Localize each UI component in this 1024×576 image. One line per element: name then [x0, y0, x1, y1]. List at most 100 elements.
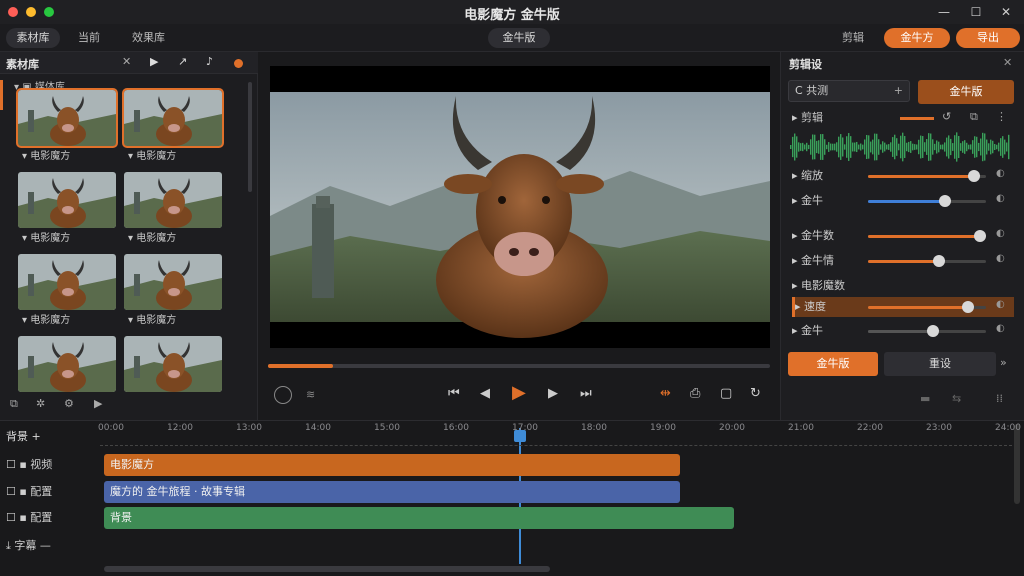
- audio-waveform: [790, 132, 1010, 162]
- timeline-tick-label: 22:00: [857, 423, 883, 433]
- edit-mode-label[interactable]: 剪辑: [842, 28, 864, 48]
- close-icon[interactable]: ✕: [998, 4, 1014, 20]
- expand-icon[interactable]: »: [1000, 356, 1007, 369]
- media-thumbnail[interactable]: [18, 336, 116, 392]
- slider-knob[interactable]: [932, 255, 945, 267]
- maximize-icon[interactable]: ☐: [968, 4, 984, 20]
- property-slider[interactable]: [868, 301, 986, 313]
- copy-icon[interactable]: ⧉: [970, 110, 978, 124]
- media-library-title: 素材库: [6, 58, 39, 71]
- inspector-badge-button[interactable]: 金牛版: [918, 80, 1014, 104]
- keyframe-icon[interactable]: ◐: [996, 299, 1005, 310]
- property-slider[interactable]: [868, 230, 987, 242]
- preview-frame: [270, 92, 770, 338]
- slider-knob[interactable]: [938, 195, 951, 207]
- timeline-scrollbar[interactable]: [104, 566, 550, 572]
- export-button[interactable]: 导出: [956, 28, 1020, 48]
- more-icon[interactable]: ⋮: [996, 110, 1007, 123]
- arrow-icon[interactable]: ↗: [178, 55, 187, 68]
- keyframe-icon[interactable]: ◐: [996, 193, 1005, 204]
- timeline-tick-label: 13:00: [236, 423, 262, 433]
- loop-icon[interactable]: ↻: [750, 386, 761, 401]
- media-thumbnail[interactable]: [16, 88, 118, 148]
- timeline-vscrollbar[interactable]: [1014, 424, 1020, 504]
- skip-start-icon[interactable]: ⏮: [448, 386, 460, 401]
- prev-frame-icon[interactable]: ◀: [480, 386, 490, 401]
- track-label[interactable]: ☐ ▪ 配置: [6, 507, 98, 529]
- keyframe-icon[interactable]: ◐: [996, 228, 1005, 239]
- keyframe-icon[interactable]: ◐: [996, 253, 1005, 264]
- skip-end-icon[interactable]: ⏭: [580, 386, 592, 401]
- property-label: ▸ 金牛: [792, 194, 824, 207]
- active-indicator: [0, 80, 3, 110]
- media-thumbnail-label: ▾ 电影魔方: [128, 315, 177, 326]
- play-icon[interactable]: ▶: [150, 55, 158, 68]
- media-thumbnail[interactable]: [18, 172, 116, 228]
- play-small-icon[interactable]: ▶: [94, 397, 102, 410]
- timeline-tick-label: 20:00: [719, 423, 745, 433]
- timeline-ruler-line: [100, 440, 1012, 446]
- media-thumbnail-label: ▾ 电影魔方: [22, 315, 71, 326]
- play-button[interactable]: ▶: [512, 382, 526, 403]
- slider-knob[interactable]: [926, 325, 939, 337]
- media-thumbnail[interactable]: [124, 172, 222, 228]
- sparkle-icon[interactable]: ✲: [36, 397, 45, 410]
- timeline-clip[interactable]: 电影魔方: [104, 454, 680, 476]
- tab-current[interactable]: 当前: [78, 28, 100, 48]
- refresh-icon[interactable]: ↺: [942, 110, 951, 123]
- media-thumbnail[interactable]: [124, 336, 222, 392]
- timeline-tick-label: 12:00: [167, 423, 193, 433]
- close-panel-icon[interactable]: ✕: [122, 55, 131, 68]
- clock-icon[interactable]: [274, 386, 292, 404]
- timeline-tick-label: 14:00: [305, 423, 331, 433]
- link-icon[interactable]: ⇆: [952, 392, 961, 405]
- property-slider[interactable]: [868, 170, 986, 182]
- audio-icon[interactable]: ♪: [206, 55, 213, 68]
- record-icon[interactable]: [234, 59, 243, 68]
- reset-button[interactable]: 重设: [884, 352, 996, 376]
- inspector-search-input[interactable]: C 共测 +: [788, 80, 910, 102]
- slider-fill: [868, 235, 981, 238]
- slider-fill: [868, 330, 933, 333]
- property-slider[interactable]: [868, 325, 986, 337]
- tab-media[interactable]: 素材库: [6, 28, 60, 48]
- timeline-clip[interactable]: 背景: [104, 507, 734, 529]
- slider-fill: [868, 200, 945, 203]
- camera-icon[interactable]: ▬: [920, 392, 930, 405]
- list-icon[interactable]: ≋: [306, 388, 315, 401]
- property-label: ▸ 金牛: [792, 324, 824, 337]
- playback-progress-track[interactable]: [268, 364, 770, 368]
- media-thumbnail[interactable]: [124, 254, 222, 310]
- property-slider[interactable]: [868, 255, 986, 267]
- track-label[interactable]: ☐ ▪ 视频: [6, 454, 98, 476]
- media-thumbnail[interactable]: [122, 88, 224, 148]
- timeline-clip[interactable]: 魔方的 金牛旅程 · 故事专辑: [104, 481, 680, 503]
- media-scrollbar[interactable]: [248, 82, 252, 192]
- minimize-icon[interactable]: —: [936, 4, 952, 20]
- gear-icon[interactable]: ⚙: [64, 397, 74, 410]
- property-slider[interactable]: [868, 195, 986, 207]
- primary-button[interactable]: 金牛方: [884, 28, 950, 48]
- keyframe-icon[interactable]: ◐: [996, 168, 1005, 179]
- media-library-panel: 素材库 ✕ ▶ ↗ ♪ ▾ ▣ 媒体库 ⧉ ✲ ⚙ ▶ ▾ 电影魔方 ▾ 电影魔方…: [0, 52, 258, 420]
- tab-effects[interactable]: 效果库: [132, 28, 165, 48]
- next-frame-icon[interactable]: ▶: [548, 386, 558, 401]
- import-icon[interactable]: ⧉: [10, 397, 18, 411]
- close-inspector-icon[interactable]: ✕: [1003, 56, 1012, 69]
- split-icon[interactable]: ⇹: [660, 386, 671, 401]
- track-label[interactable]: ⤓ 字幕 —: [6, 535, 98, 557]
- grid-icon[interactable]: ⁞⁞: [996, 392, 1003, 405]
- fullscreen-icon[interactable]: ▢: [720, 386, 732, 401]
- property-row[interactable]: ▸ 电影魔数: [792, 276, 1014, 296]
- apply-button[interactable]: 金牛版: [788, 352, 878, 376]
- save-frame-icon[interactable]: ⎙: [690, 386, 700, 401]
- keyframe-icon[interactable]: ◐: [996, 323, 1005, 334]
- timeline-tick-label: 21:00: [788, 423, 814, 433]
- property-label: ▸ 电影魔数: [792, 279, 846, 292]
- timeline-header-label: 背景 +: [6, 430, 41, 443]
- track-label[interactable]: ☐ ▪ 配置: [6, 481, 98, 503]
- slider-knob[interactable]: [974, 230, 987, 242]
- video-preview[interactable]: [270, 66, 770, 348]
- media-thumbnail[interactable]: [18, 254, 116, 310]
- slider-fill: [868, 175, 975, 178]
